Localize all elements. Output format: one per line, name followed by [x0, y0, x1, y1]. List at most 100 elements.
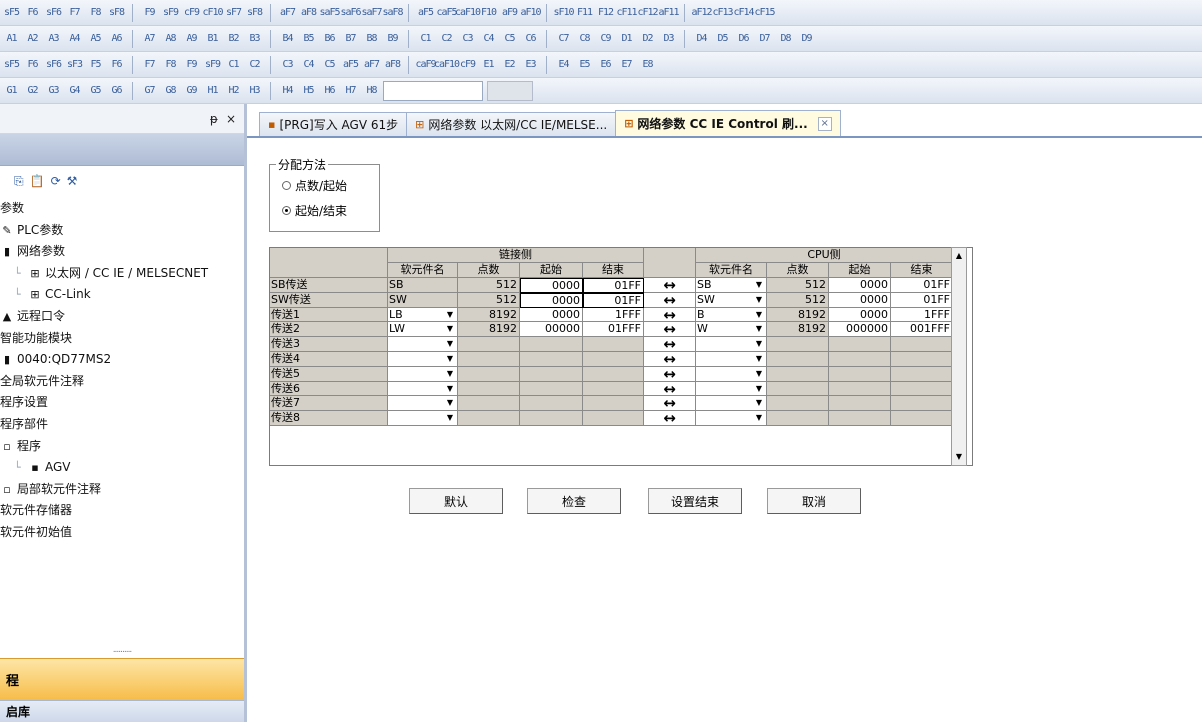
toolbar-button[interactable]: E8 — [638, 55, 657, 75]
toolbar-button[interactable]: F7 — [65, 3, 84, 23]
link-start-input[interactable]: 0000 — [520, 278, 583, 293]
cpu-start-input[interactable]: 000000 — [829, 322, 891, 338]
toolbar-button[interactable]: D6 — [734, 29, 753, 49]
toolbar-button[interactable]: E1 — [479, 55, 498, 75]
grid-vertical-scrollbar[interactable]: ▲ ▼ — [951, 247, 967, 466]
document-tab[interactable]: ▪ [PRG]写入 AGV 61步 — [259, 112, 408, 136]
copy-icon[interactable]: ⎘ — [14, 174, 24, 189]
cpu-start-input[interactable] — [829, 337, 891, 352]
toolbar-button[interactable]: E4 — [554, 55, 573, 75]
toolbar-button[interactable]: aF5 — [416, 3, 435, 23]
toolbar-button[interactable]: H1 — [203, 81, 222, 101]
dropdown-arrow-icon[interactable]: ▼ — [754, 323, 764, 335]
toolbar-button[interactable]: F12 — [596, 3, 615, 23]
link-device-name[interactable]: LB ▼ — [388, 307, 458, 323]
toolbar-button[interactable]: F5 — [86, 55, 105, 75]
toolbar-button[interactable]: saF7 — [361, 3, 382, 23]
toolbar-button[interactable]: caF9 — [415, 55, 436, 75]
document-tab[interactable]: ⊞ 网络参数 以太网/CC IE/MELSE... — [406, 112, 617, 136]
toolbar-button[interactable]: G8 — [161, 81, 180, 101]
toolbar-button[interactable]: E3 — [521, 55, 540, 75]
tab-close-icon[interactable]: × — [817, 116, 832, 131]
toolbar-button[interactable]: C4 — [479, 29, 498, 49]
link-end-input[interactable] — [583, 381, 644, 397]
toolbar-button[interactable]: sF5 — [2, 55, 21, 75]
toolbar-button[interactable]: F8 — [161, 55, 180, 75]
link-end-input[interactable] — [583, 396, 644, 412]
toolbar-button[interactable]: A7 — [140, 29, 159, 49]
toolbar-button[interactable]: cF10 — [202, 3, 223, 23]
toolbar-button[interactable]: F10 — [479, 3, 498, 23]
toolbar-button[interactable]: sF9 — [161, 3, 180, 23]
dropdown-arrow-icon[interactable]: ▼ — [754, 309, 764, 321]
toolbar-button[interactable]: H2 — [224, 81, 243, 101]
finish-settings-button[interactable]: 设置结束 — [648, 488, 742, 514]
cpu-end-input[interactable]: 001FFF — [891, 322, 953, 338]
cpu-end-input[interactable] — [891, 337, 953, 352]
toolbar-button[interactable]: G2 — [23, 81, 42, 101]
link-start-input[interactable]: 0000 — [520, 307, 583, 323]
tree-item[interactable]: ✎ PLC参数 — [0, 220, 244, 242]
toolbar-button[interactable]: saF6 — [340, 3, 361, 23]
radio-points-start[interactable]: 点数/起始 — [282, 177, 347, 194]
dropdown-arrow-icon[interactable]: ▼ — [445, 368, 455, 380]
toolbar-button[interactable]: F8 — [86, 3, 105, 23]
cpu-end-input[interactable] — [891, 366, 953, 382]
toolbar-button[interactable]: cF13 — [712, 3, 733, 23]
tree-item[interactable]: 软元件存储器 — [0, 500, 244, 522]
document-tab[interactable]: ⊞ 网络参数 CC IE Control 刷... × — [615, 110, 841, 136]
cpu-start-input[interactable] — [829, 381, 891, 397]
dropdown-arrow-icon[interactable]: ▼ — [754, 412, 764, 424]
toolbar-button[interactable]: G3 — [44, 81, 63, 101]
toolbar-button[interactable]: H8 — [362, 81, 381, 101]
toolbar-button[interactable]: B9 — [383, 29, 402, 49]
dropdown-arrow-icon[interactable]: ▼ — [445, 383, 455, 395]
toolbar-button[interactable]: C2 — [245, 55, 264, 75]
dropdown-arrow-icon[interactable]: ▼ — [445, 309, 455, 321]
toolbar-button[interactable]: C3 — [278, 55, 297, 75]
cpu-start-input[interactable] — [829, 366, 891, 382]
toolbar-button[interactable]: cF12 — [637, 3, 658, 23]
toolbar-button[interactable]: sF7 — [224, 3, 243, 23]
toolbar-button[interactable]: C2 — [437, 29, 456, 49]
toolbar-button[interactable]: F9 — [140, 3, 159, 23]
tree-item[interactable]: 全局软元件注释 — [0, 371, 244, 393]
toolbar-button[interactable]: C7 — [554, 29, 573, 49]
toolbar-button[interactable]: A4 — [65, 29, 84, 49]
pin-icon[interactable]: ᵽ — [210, 112, 218, 126]
cpu-device-name[interactable]: ▼ — [696, 381, 767, 397]
toolbar-button[interactable]: caF5 — [436, 3, 457, 23]
toolbar-button[interactable]: A9 — [182, 29, 201, 49]
toolbar-button[interactable]: C3 — [458, 29, 477, 49]
link-device-name[interactable]: ▼ — [388, 381, 458, 397]
link-start-input[interactable] — [520, 381, 583, 397]
tools-icon[interactable]: ⚒ — [67, 174, 78, 188]
link-end-input[interactable] — [583, 352, 644, 367]
link-device-name[interactable]: LW ▼ — [388, 322, 458, 338]
dropdown-arrow-icon[interactable]: ▼ — [445, 353, 455, 365]
cpu-device-name[interactable]: ▼ — [696, 337, 767, 352]
link-start-input[interactable] — [520, 337, 583, 352]
toolbar-button[interactable]: cF14 — [733, 3, 754, 23]
toolbar-button[interactable]: A1 — [2, 29, 21, 49]
toolbar-button[interactable]: C4 — [299, 55, 318, 75]
nav-section-library[interactable]: 启库 — [0, 700, 244, 722]
toolbar-button[interactable]: G4 — [65, 81, 84, 101]
toolbar-button[interactable]: B4 — [278, 29, 297, 49]
toolbar-button[interactable]: C5 — [500, 29, 519, 49]
cpu-end-input[interactable]: 01FF — [891, 278, 953, 293]
toolbar-button[interactable]: H3 — [245, 81, 264, 101]
cpu-start-input[interactable]: 0000 — [829, 278, 891, 293]
panel-splitter[interactable]: .......... — [0, 644, 244, 658]
tree-item[interactable]: 程序设置 — [0, 392, 244, 414]
cpu-end-input[interactable] — [891, 352, 953, 367]
toolbar-button[interactable]: sF3 — [65, 55, 84, 75]
cpu-start-input[interactable]: 0000 — [829, 307, 891, 323]
toolbar-button[interactable]: C1 — [416, 29, 435, 49]
toolbar-button[interactable]: sF9 — [203, 55, 222, 75]
dropdown-arrow-icon[interactable]: ▼ — [754, 397, 764, 409]
cpu-end-input[interactable]: 1FFF — [891, 307, 953, 323]
toolbar-button[interactable]: aF10 — [520, 3, 541, 23]
toolbar-button[interactable]: F6 — [23, 3, 42, 23]
toolbar-button[interactable]: aF7 — [278, 3, 297, 23]
